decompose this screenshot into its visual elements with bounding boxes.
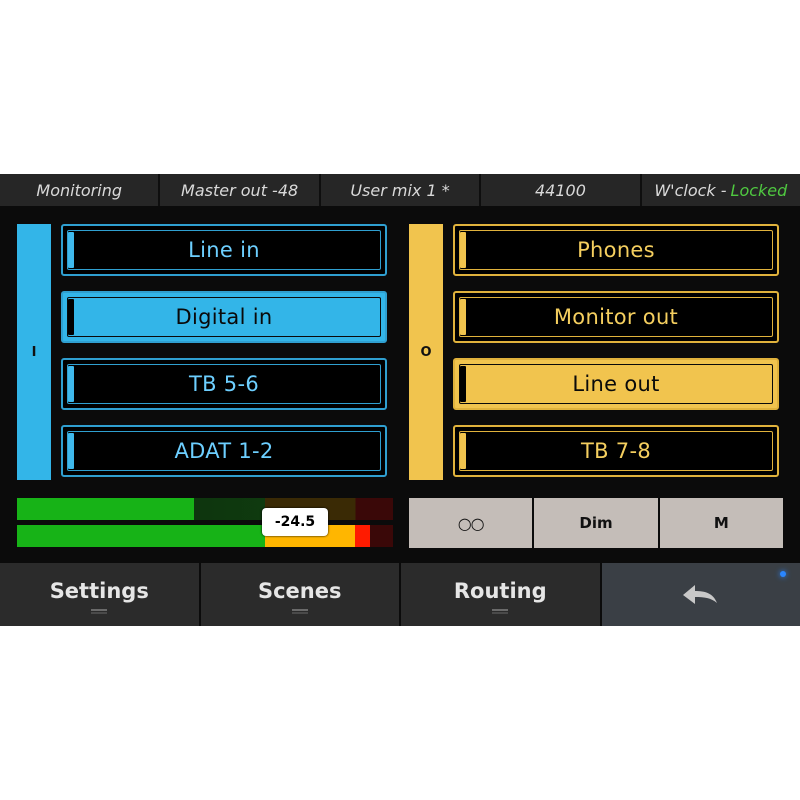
dim-button[interactable]: Dim <box>534 498 660 548</box>
meter-right <box>17 525 393 547</box>
settings-button[interactable]: Settings <box>0 563 201 626</box>
output-line-out-button[interactable]: Line out <box>453 358 779 410</box>
link-button[interactable]: ○○ <box>409 498 535 548</box>
meter-fill-segment <box>17 525 266 547</box>
input-label: TB 5-6 <box>188 372 259 396</box>
input-side-label: I <box>31 344 37 360</box>
status-master-out[interactable]: Master out -48 <box>160 174 321 206</box>
wordclock-label: W'clock - <box>654 180 727 200</box>
input-label: ADAT 1-2 <box>174 439 274 463</box>
status-mode[interactable]: Monitoring <box>0 174 161 206</box>
mute-button[interactable]: M <box>659 498 783 548</box>
output-label: Line out <box>572 372 660 396</box>
status-user-mix[interactable]: User mix 1 * <box>321 174 482 206</box>
meter-fill-segment <box>17 498 194 520</box>
level-readout[interactable]: -24.5 <box>262 508 328 536</box>
routing-button[interactable]: Routing <box>401 563 602 626</box>
menu-indicator <box>91 608 108 611</box>
output-phones-button[interactable]: Phones <box>453 224 779 276</box>
routing-label: Routing <box>453 578 547 603</box>
input-side-tab[interactable]: I <box>17 224 51 480</box>
menu-indicator <box>291 608 308 611</box>
status-wordclock[interactable]: W'clock - Locked <box>642 174 800 206</box>
output-label: Monitor out <box>553 305 679 329</box>
menu-indicator <box>492 608 509 611</box>
status-led-icon <box>780 571 786 577</box>
output-side-tab[interactable]: O <box>409 224 443 480</box>
monitor-screen: Monitoring Master out -48 User mix 1 * 4… <box>0 174 800 626</box>
settings-label: Settings <box>49 578 149 603</box>
output-label: Phones <box>577 238 655 262</box>
back-button[interactable] <box>601 563 800 626</box>
scenes-label: Scenes <box>257 578 342 603</box>
output-side-label: O <box>420 344 432 360</box>
input-tb56-button[interactable]: TB 5-6 <box>61 358 387 410</box>
wordclock-state: Locked <box>730 180 788 200</box>
input-label: Digital in <box>175 305 273 329</box>
output-tb78-button[interactable]: TB 7-8 <box>453 425 779 477</box>
back-arrow-icon <box>682 584 717 604</box>
input-line-in-button[interactable]: Line in <box>61 224 387 276</box>
level-meters: -24.5 <box>17 498 393 548</box>
monitor-buttons: ○○ Dim M <box>409 498 783 548</box>
status-sample-rate[interactable]: 44100 <box>481 174 642 206</box>
input-label: Line in <box>188 238 260 262</box>
bottom-nav: Settings Scenes Routing <box>0 563 800 626</box>
meter-fill-segment <box>355 525 371 547</box>
input-adat12-button[interactable]: ADAT 1-2 <box>61 425 387 477</box>
meter-left <box>17 498 393 520</box>
scenes-button[interactable]: Scenes <box>200 563 401 626</box>
output-label: TB 7-8 <box>580 439 651 463</box>
input-digital-in-button[interactable]: Digital in <box>61 291 387 343</box>
output-monitor-out-button[interactable]: Monitor out <box>453 291 779 343</box>
status-bar: Monitoring Master out -48 User mix 1 * 4… <box>0 174 800 206</box>
link-icon: ○○ <box>457 513 485 533</box>
